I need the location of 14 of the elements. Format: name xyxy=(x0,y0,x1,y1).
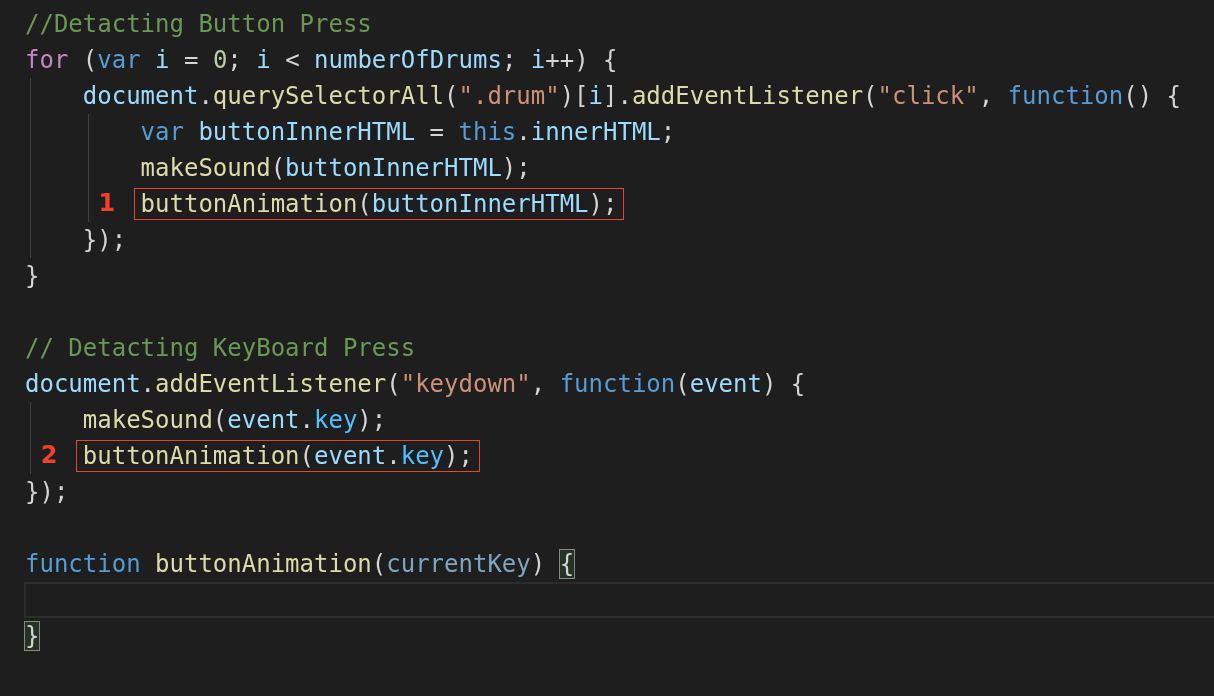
code-line: //Detacting Button Press xyxy=(25,10,372,38)
code-line: for (var i = 0; i < numberOfDrums; i++) { xyxy=(25,46,618,74)
code-line: document.addEventListener("keydown", function(event) { xyxy=(25,370,806,398)
code-line: makeSound(buttonInnerHTML); xyxy=(140,154,531,182)
code-line: function buttonAnimation(currentKey) { xyxy=(25,550,575,578)
code-line: var buttonInnerHTML = this.innerHTML; xyxy=(140,118,676,146)
code-line: } xyxy=(25,262,40,290)
code-line: document.querySelectorAll(".drum")[i].addEventListener("click", function() { xyxy=(82,82,1181,110)
code-line: }); xyxy=(25,478,69,506)
annotation-number: 1 xyxy=(98,189,116,217)
code-line: // Detacting KeyBoard Press xyxy=(25,334,416,362)
code-line: }); xyxy=(82,226,127,254)
annotation-number: 2 xyxy=(40,441,58,469)
code-line: makeSound(event.key); xyxy=(82,406,387,434)
